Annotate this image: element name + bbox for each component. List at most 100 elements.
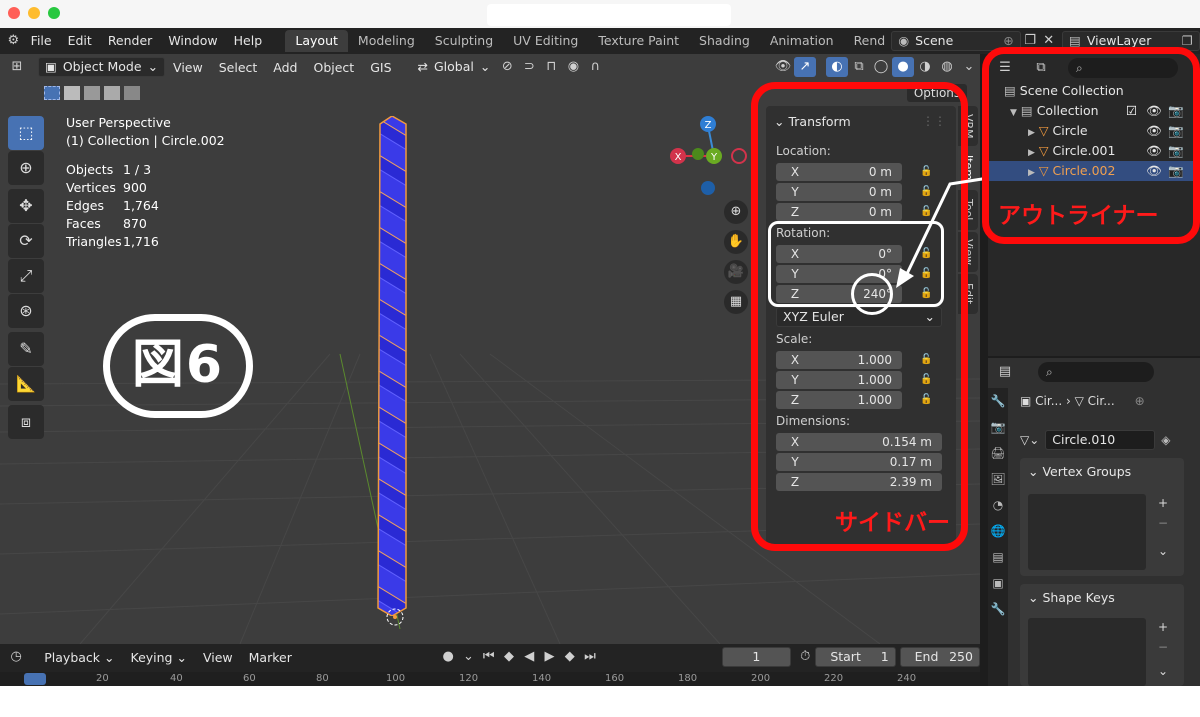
annotate-tool-icon[interactable]: ✎: [8, 332, 44, 366]
xray-icon[interactable]: ⧉: [848, 57, 870, 77]
move-tool-icon[interactable]: ✥: [8, 189, 44, 223]
overlay-toggle-icon[interactable]: ◐: [826, 57, 848, 77]
menu-add[interactable]: Add: [265, 60, 305, 75]
menu-file[interactable]: File: [23, 28, 60, 54]
minimize-window-button[interactable]: [28, 7, 40, 19]
menu-window[interactable]: Window: [160, 28, 225, 54]
tab-rendering[interactable]: Rend: [844, 30, 888, 52]
prev-keyframe-icon[interactable]: ◆: [499, 647, 519, 667]
add-icon[interactable]: +: [1158, 620, 1168, 634]
3d-viewport[interactable]: ⊞ ▣ Object Mode ⌄ View Select Add Object…: [0, 54, 980, 644]
shape-keys-list[interactable]: [1028, 618, 1146, 686]
mesh-name-field[interactable]: Circle.010: [1045, 430, 1156, 450]
remove-icon[interactable]: −: [1158, 640, 1168, 654]
fake-user-icon[interactable]: ◈: [1161, 433, 1170, 447]
twisted-rope-object[interactable]: [374, 116, 414, 616]
jump-end-icon[interactable]: ⏭: [580, 647, 600, 667]
rendered-shading-icon[interactable]: ◍: [936, 57, 958, 77]
end-frame-field[interactable]: End 250: [899, 647, 980, 667]
play-icon[interactable]: ▶: [539, 647, 559, 667]
object-tab-icon[interactable]: ▣: [988, 570, 1008, 596]
tab-sculpting[interactable]: Sculpting: [425, 30, 503, 52]
rotate-tool-icon[interactable]: ⟳: [8, 224, 44, 258]
transform-tool-icon[interactable]: ⊛: [8, 294, 44, 328]
select-intersect-icon[interactable]: [124, 86, 140, 100]
collection-tab-icon[interactable]: ▤: [988, 544, 1008, 570]
view-layer-tab-icon[interactable]: 🖼: [988, 466, 1008, 492]
shading-options-icon[interactable]: ⌄: [958, 57, 980, 77]
menu-view[interactable]: View: [165, 60, 211, 75]
next-keyframe-icon[interactable]: ◆: [560, 647, 580, 667]
stopwatch-icon[interactable]: ⏱: [795, 647, 815, 667]
vertex-groups-list[interactable]: [1028, 494, 1146, 570]
material-shading-icon[interactable]: ◑: [914, 57, 936, 77]
output-tab-icon[interactable]: 🖨: [988, 440, 1008, 466]
menu-keying[interactable]: Keying ⌄: [123, 650, 195, 665]
render-tab-icon[interactable]: 📷: [988, 414, 1008, 440]
chevron-down-icon[interactable]: ⌄: [458, 647, 478, 667]
close-window-button[interactable]: [8, 7, 20, 19]
menu-marker[interactable]: Marker: [241, 650, 300, 665]
select-new-icon[interactable]: [44, 86, 60, 100]
pan-hand-icon[interactable]: ✋: [724, 230, 748, 254]
select-subtract-icon[interactable]: [84, 86, 100, 100]
modifier-tab-icon[interactable]: 🔧: [988, 596, 1008, 622]
timeline-ruler[interactable]: 20 40 60 80 100 120 140 160 180 200 220 …: [0, 672, 980, 686]
tab-uv-editing[interactable]: UV Editing: [503, 30, 588, 52]
snap-icon[interactable]: ⊃: [518, 57, 540, 77]
scene-tab-icon[interactable]: ◔: [988, 492, 1008, 518]
jump-start-icon[interactable]: ⏮: [479, 647, 499, 667]
menu-help[interactable]: Help: [226, 28, 271, 54]
menu-edit[interactable]: Edit: [60, 28, 100, 54]
specials-menu-icon[interactable]: ⌄: [1158, 664, 1168, 678]
measure-tool-icon[interactable]: 📐: [8, 367, 44, 401]
camera-view-icon[interactable]: 🎥: [724, 260, 748, 284]
visibility-icon[interactable]: 👁: [772, 57, 794, 77]
menu-render[interactable]: Render: [100, 28, 161, 54]
shape-keys-header[interactable]: ⌄ Shape Keys: [1020, 584, 1184, 611]
proportional-edit-icon[interactable]: ◉: [562, 57, 584, 77]
wireframe-shading-icon[interactable]: ◯: [870, 57, 892, 77]
editor-type-icon[interactable]: ⊞: [6, 57, 28, 77]
blender-logo-icon[interactable]: ⚙: [4, 31, 23, 51]
play-reverse-icon[interactable]: ◀: [519, 647, 539, 667]
pivot-icon[interactable]: ⊘: [496, 57, 518, 77]
menu-timeline-view[interactable]: View: [195, 650, 241, 665]
specials-menu-icon[interactable]: ⌄: [1158, 544, 1168, 558]
snap-target-icon[interactable]: ⊓: [540, 57, 562, 77]
record-icon[interactable]: ●: [438, 647, 458, 667]
zoom-icon[interactable]: ⊕: [724, 200, 748, 224]
remove-icon[interactable]: −: [1158, 516, 1168, 530]
tool-tab-icon[interactable]: 🔧: [988, 388, 1008, 414]
select-invert-icon[interactable]: [104, 86, 120, 100]
tab-animation[interactable]: Animation: [760, 30, 844, 52]
solid-shading-icon[interactable]: ●: [892, 57, 914, 77]
world-tab-icon[interactable]: 🌐: [988, 518, 1008, 544]
gizmo-toggle-icon[interactable]: ↗: [794, 57, 816, 77]
properties-editor-icon[interactable]: ▤: [994, 362, 1016, 382]
menu-select[interactable]: Select: [211, 60, 266, 75]
vertex-groups-header[interactable]: ⌄ Vertex Groups: [1020, 458, 1184, 485]
menu-playback[interactable]: Playback ⌄: [36, 650, 122, 665]
tab-layout[interactable]: Layout: [285, 30, 348, 52]
falloff-icon[interactable]: ∩: [584, 57, 606, 77]
playhead[interactable]: [24, 673, 46, 685]
mode-selector[interactable]: ▣ Object Mode ⌄: [38, 57, 166, 77]
zoom-window-button[interactable]: [48, 7, 60, 19]
menu-gis[interactable]: GIS: [362, 60, 399, 75]
scale-tool-icon[interactable]: ⤢: [8, 259, 44, 293]
add-icon[interactable]: +: [1158, 496, 1168, 510]
navigation-gizmo[interactable]: Z X Y: [664, 114, 764, 214]
mesh-data-icon[interactable]: ▽⌄: [1020, 433, 1039, 447]
tab-modeling[interactable]: Modeling: [348, 30, 425, 52]
current-frame-field[interactable]: 1: [721, 647, 792, 667]
tab-shading[interactable]: Shading: [689, 30, 760, 52]
select-box-tool-icon[interactable]: ⬚: [8, 116, 44, 150]
perspective-grid-icon[interactable]: ▦: [724, 290, 748, 314]
tab-texture-paint[interactable]: Texture Paint: [588, 30, 689, 52]
properties-search-input[interactable]: ⌕: [1038, 362, 1154, 382]
orientation-selector[interactable]: ⇄ Global ⌄: [412, 57, 497, 77]
select-extend-icon[interactable]: [64, 86, 80, 100]
start-frame-field[interactable]: Start 1: [815, 647, 896, 667]
timeline-editor-icon[interactable]: ◷: [6, 647, 26, 667]
